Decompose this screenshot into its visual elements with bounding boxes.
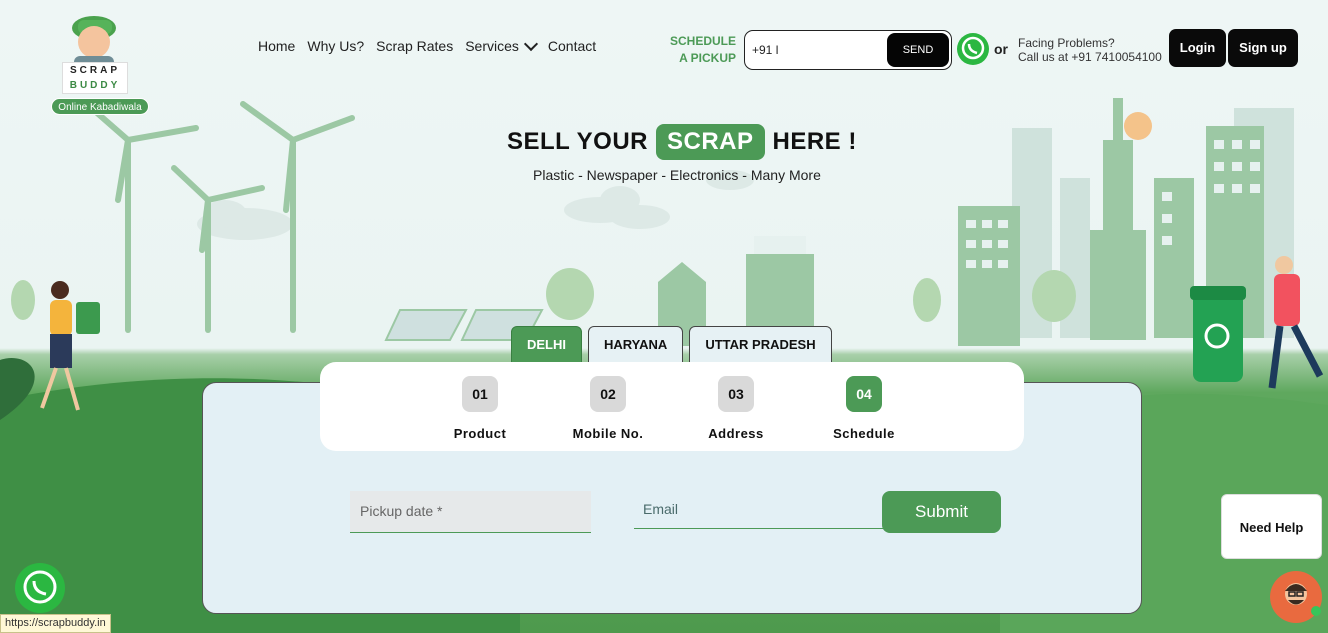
- step-number: 04: [846, 376, 882, 412]
- chevron-down-icon: [523, 36, 538, 51]
- schedule-line-2: A PICKUP: [679, 51, 736, 65]
- hero-title: SELL YOUR SCRAP HERE !: [507, 124, 857, 160]
- call-us-text: Call us at +91 7410054100: [1018, 50, 1162, 64]
- step-label: Schedule: [833, 426, 895, 441]
- hero-title-highlight: SCRAP: [655, 124, 765, 160]
- nav-services-label: Services: [465, 38, 519, 54]
- send-button[interactable]: SEND: [887, 33, 949, 67]
- hero-title-post: HERE !: [772, 128, 857, 155]
- tab-haryana[interactable]: HARYANA: [588, 326, 684, 364]
- step-label: Product: [453, 426, 507, 441]
- tab-uttar-pradesh[interactable]: UTTAR PRADESH: [689, 326, 832, 364]
- facing-problems-text: Facing Problems?: [1018, 36, 1115, 50]
- logo-tagline: Online Kabadiwala: [51, 98, 149, 115]
- nav-why-us[interactable]: Why Us?: [307, 38, 364, 54]
- whatsapp-icon[interactable]: [956, 32, 990, 66]
- form-steps: 01 Product 02 Mobile No. 03 Address 04 S…: [320, 362, 1024, 451]
- status-bar-url: https://scrapbuddy.in: [0, 614, 111, 633]
- step-number: 02: [590, 376, 626, 412]
- logo-word-bottom: BUDDY: [69, 80, 121, 91]
- signup-button[interactable]: Sign up: [1228, 29, 1298, 67]
- step-number: 01: [462, 376, 498, 412]
- step-mobile[interactable]: 02 Mobile No.: [563, 376, 653, 441]
- support-contact: Facing Problems? Call us at +91 74100541…: [1018, 36, 1162, 64]
- submit-button[interactable]: Submit: [882, 491, 1001, 533]
- schedule-pickup-label: SCHEDULE A PICKUP: [656, 33, 736, 67]
- step-label: Mobile No.: [572, 426, 644, 441]
- hero-subtitle: Plastic - Newspaper - Electronics - Many…: [533, 167, 821, 183]
- hero-title-pre: SELL YOUR: [507, 128, 648, 155]
- phone-input-group: SEND: [744, 30, 952, 70]
- whatsapp-icon[interactable]: [12, 560, 68, 616]
- step-address[interactable]: 03 Address: [691, 376, 781, 441]
- tab-delhi[interactable]: DELHI: [511, 326, 582, 364]
- step-number: 03: [718, 376, 754, 412]
- logo-word-top: SCRAP: [69, 65, 120, 76]
- email-field[interactable]: Email: [634, 491, 884, 529]
- nav-contact[interactable]: Contact: [548, 38, 596, 54]
- need-help-widget[interactable]: Need Help: [1221, 494, 1322, 559]
- support-avatar-icon[interactable]: [1269, 570, 1323, 624]
- step-label: Address: [708, 426, 764, 441]
- schedule-line-1: SCHEDULE: [669, 34, 736, 48]
- pickup-date-field[interactable]: Pickup date *: [350, 491, 591, 533]
- main-nav: Home Why Us? Scrap Rates Services Contac…: [258, 36, 608, 54]
- step-product[interactable]: 01 Product: [435, 376, 525, 441]
- login-button[interactable]: Login: [1169, 29, 1226, 67]
- nav-services[interactable]: Services: [465, 36, 538, 54]
- or-label: or: [994, 41, 1008, 57]
- step-schedule[interactable]: 04 Schedule: [819, 376, 909, 441]
- nav-scrap-rates[interactable]: Scrap Rates: [376, 38, 453, 54]
- logo-wordmark: SCRAP BUDDY: [62, 62, 128, 94]
- phone-input[interactable]: [745, 43, 885, 57]
- state-tabs: DELHI HARYANA UTTAR PRADESH: [511, 326, 832, 364]
- nav-home[interactable]: Home: [258, 38, 295, 54]
